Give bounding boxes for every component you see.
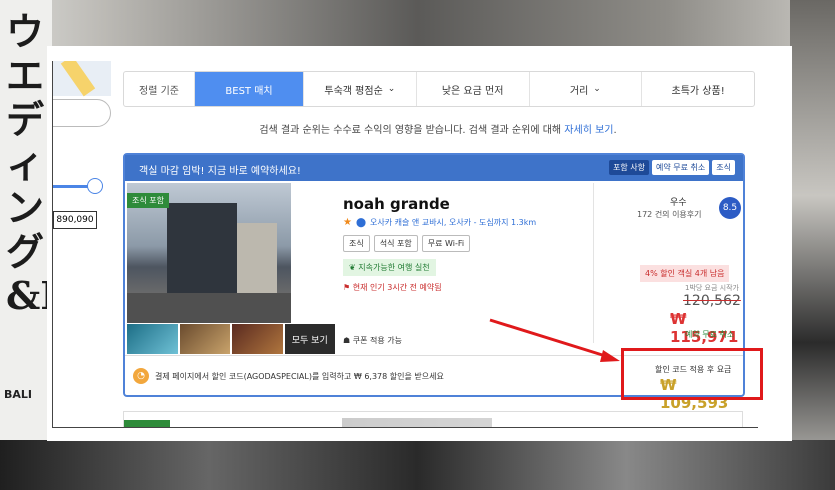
photo-thumbnails: 모두 보기 bbox=[127, 324, 335, 354]
card-badges: 포함 사항 예약 무료 취소 조식 bbox=[609, 160, 735, 175]
sort-option-label: 거리 bbox=[569, 85, 589, 97]
sort-option-lowest-price[interactable]: 낮은 요금 먼저 bbox=[417, 72, 530, 106]
annotation-highlight-box bbox=[621, 348, 763, 400]
coupon-text: 쿠폰 적용 가능 bbox=[352, 336, 402, 345]
sidebar-search-input[interactable] bbox=[53, 99, 111, 127]
rating-label: 우수 bbox=[670, 198, 687, 208]
thumbnail-lobby[interactable] bbox=[179, 324, 230, 354]
ranking-notice-end: . bbox=[613, 125, 617, 136]
sort-option-guest-rating[interactable]: 투숙객 평점순 ⌄ bbox=[304, 72, 417, 106]
sort-option-label: 투숙객 평점순 bbox=[324, 85, 383, 97]
ticket-icon: ☗ bbox=[343, 336, 351, 345]
price-start-note: 1박당 요금 시작가 bbox=[685, 284, 739, 292]
background-sign-sub: BALI bbox=[4, 388, 32, 401]
amenity-dinner: 석식 포함 bbox=[373, 235, 418, 252]
sort-bar: 정렬 기준 BEST 매치 투숙객 평점순 ⌄ 낮은 요금 먼저 거리 ⌄ 초특가 … bbox=[123, 71, 755, 107]
price-max-field[interactable]: 890,090 bbox=[53, 211, 97, 229]
next-card-tag bbox=[124, 420, 170, 427]
hotel-name-link[interactable]: noah grande bbox=[343, 195, 450, 213]
location-text: 오사카 캐슬 앤 교바시, 오사카 - 도심까지 1.3km bbox=[370, 218, 537, 227]
chevron-down-icon: ⌄ bbox=[387, 84, 396, 94]
next-card-title bbox=[342, 418, 492, 427]
sort-option-label: BEST 매치 bbox=[225, 85, 273, 97]
price-slider-handle[interactable] bbox=[87, 178, 103, 194]
amenity-breakfast: 조식 bbox=[343, 235, 370, 252]
free-cancel-note: 예약 무료 취소 bbox=[685, 330, 735, 339]
coupon-note: ☗ 쿠폰 적용 가능 bbox=[343, 335, 402, 346]
popularity-text: 현재 인기 3시간 전 예약됨 bbox=[352, 283, 442, 292]
sort-option-distance[interactable]: 거리 ⌄ bbox=[530, 72, 643, 106]
flag-icon: ⚑ bbox=[343, 283, 351, 292]
ranking-notice-text: 검색 결과 순위는 수수료 수익의 영향을 받습니다. 검색 결과 순위에 대해 bbox=[259, 125, 562, 136]
card-banner: 객실 마감 임박! 지금 바로 예약하세요! 포함 사항 예약 무료 취소 조식 bbox=[125, 155, 743, 181]
original-price: 120,562 bbox=[683, 293, 741, 309]
thumbnail-pool[interactable] bbox=[127, 324, 178, 354]
sort-option-deals[interactable]: 초특가 상품! bbox=[642, 72, 754, 106]
chevron-down-icon: ⌄ bbox=[593, 84, 601, 94]
sustainable-travel-badge: ❦ 지속가능한 여행 실천 bbox=[343, 259, 436, 276]
badge-breakfast: 조식 bbox=[712, 160, 735, 175]
sort-label: 정렬 기준 bbox=[124, 72, 195, 106]
map-pin-icon: ⬤ bbox=[355, 217, 367, 228]
map-thumbnail[interactable] bbox=[53, 61, 111, 97]
thumbnail-room[interactable] bbox=[232, 324, 283, 354]
sort-option-best-match[interactable]: BEST 매치 bbox=[195, 72, 304, 106]
hotel-main-photo[interactable]: 조식 포함 bbox=[127, 183, 291, 323]
discount-badge: 4% 할인 객실 4개 남음 bbox=[640, 265, 730, 282]
sort-option-label: 초특가 상품! bbox=[671, 85, 725, 97]
background-building bbox=[790, 0, 835, 490]
star-icon: ★ bbox=[343, 217, 352, 228]
view-all-photos-button[interactable]: 모두 보기 bbox=[284, 324, 335, 354]
current-price[interactable]: ₩ 115,971 bbox=[670, 310, 743, 346]
background-sign: ウエディング&F BALI bbox=[0, 0, 68, 490]
badge-free-cancel: 예약 무료 취소 bbox=[652, 160, 710, 175]
review-count-link[interactable]: 172 건의 이용후기 bbox=[637, 209, 702, 220]
next-hotel-card[interactable] bbox=[123, 411, 743, 427]
promo-code-text: 결제 페이지에서 할인 코드(AGODASPECIAL)를 입력하고 ₩ 6,3… bbox=[155, 372, 444, 381]
background-sign-text: ウエディング&F bbox=[6, 9, 68, 318]
background-street bbox=[0, 440, 835, 490]
amenity-wifi: 무료 Wi-Fi bbox=[421, 235, 471, 252]
sustainable-text: 지속가능한 여행 실천 bbox=[358, 263, 430, 272]
learn-more-link[interactable]: 자세히 보기 bbox=[564, 125, 613, 136]
amenity-tags: 조식 석식 포함 무료 Wi-Fi bbox=[343, 235, 471, 252]
hotel-location[interactable]: ★ ⬤ 오사카 캐슬 앤 교바시, 오사카 - 도심까지 1.3km bbox=[343, 217, 536, 228]
popularity-note: ⚑ 현재 인기 3시간 전 예약됨 bbox=[343, 282, 442, 293]
meal-tag: 조식 포함 bbox=[127, 193, 169, 208]
ranking-notice: 검색 결과 순위는 수수료 수익의 영향을 받습니다. 검색 결과 순위에 대해… bbox=[123, 121, 753, 136]
price-divider bbox=[593, 183, 594, 343]
leaf-icon: ❦ bbox=[349, 263, 356, 272]
urgency-banner-text: 객실 마감 임박! 지금 바로 예약하세요! bbox=[139, 166, 301, 177]
rating-score-badge: 8.5 bbox=[719, 197, 741, 219]
coin-icon: ◔ bbox=[133, 368, 149, 384]
badge-included: 포함 사항 bbox=[609, 160, 650, 175]
sort-option-label: 낮은 요금 먼저 bbox=[441, 85, 504, 97]
